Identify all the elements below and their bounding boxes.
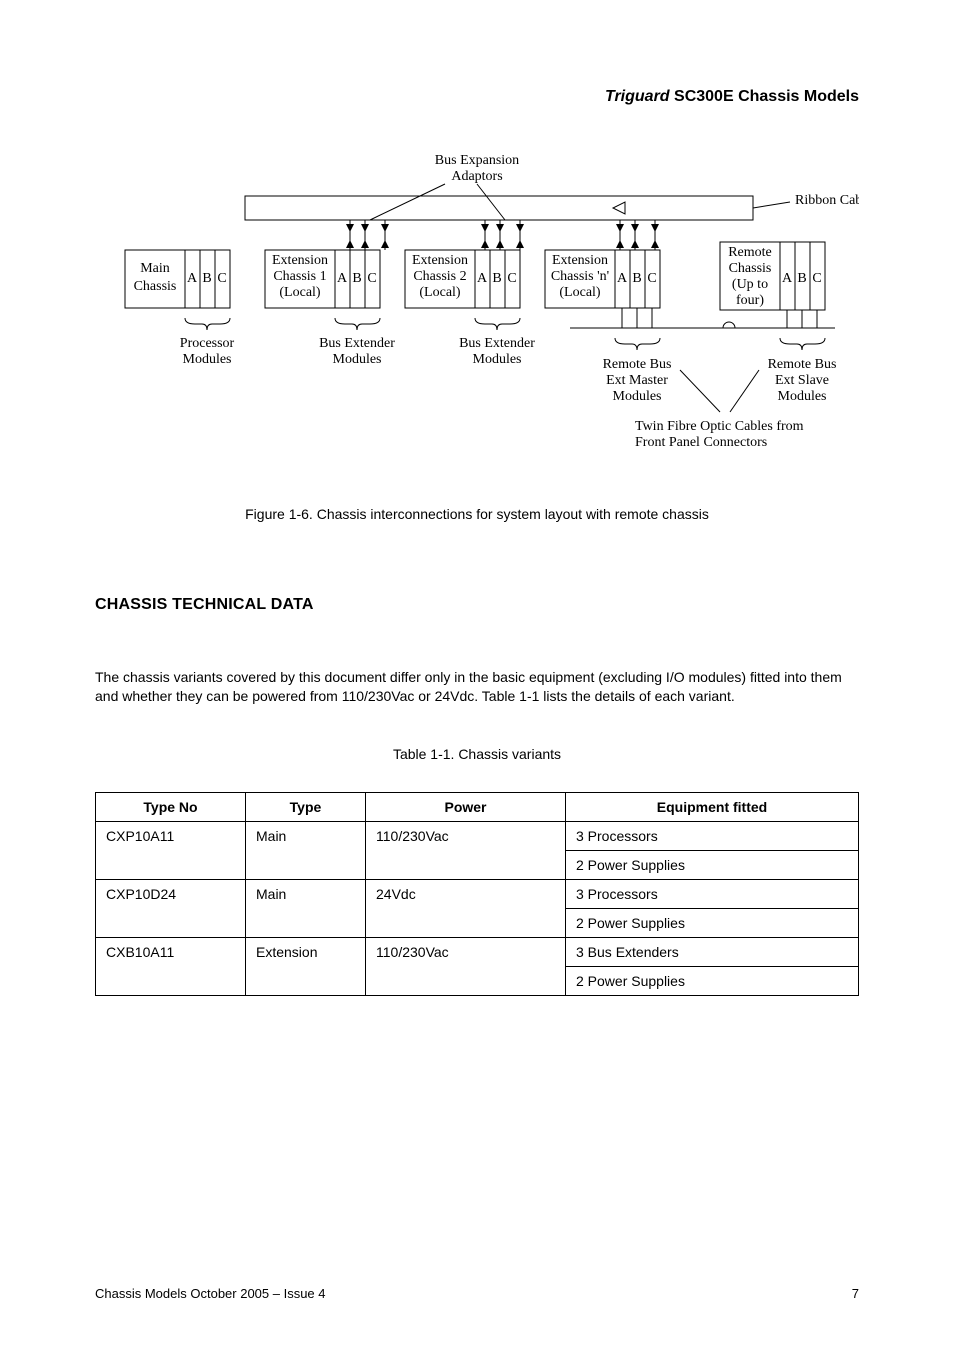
extn-l2: Chassis 'n' [551, 269, 609, 284]
extn-a: A [617, 271, 628, 286]
ext1-l2: Chassis 1 [273, 269, 326, 284]
th-type: Type [246, 792, 366, 821]
extn-chassis-box: Extension Chassis 'n' (Local) A B C [545, 250, 660, 308]
processor-l2: Modules [183, 352, 232, 367]
bus-adaptors-label: Bus Expansion [435, 153, 519, 168]
cell-type: Main [246, 879, 366, 937]
cell-type: Extension [246, 937, 366, 995]
ext2-chassis-box: Extension Chassis 2 (Local) A B C [405, 250, 520, 308]
system-diagram: Bus Expansion Adaptors Ribbon Cables [95, 152, 859, 472]
ext2-c: C [507, 271, 516, 286]
ext1-a: A [337, 271, 348, 286]
remote-l3: (Up to [732, 277, 768, 292]
cell-equip: 2 Power Supplies [566, 850, 859, 879]
remote-chassis-box: Remote Chassis (Up to four) A B C [720, 242, 825, 310]
table-header-row: Type No Type Power Equipment fitted [96, 792, 859, 821]
remote-a: A [782, 271, 793, 286]
adaptor-group-1 [346, 220, 389, 250]
cell-equip: 3 Processors [566, 821, 859, 850]
th-equipment: Equipment fitted [566, 792, 859, 821]
remote-c: C [812, 271, 821, 286]
cell-power: 110/230Vac [366, 937, 566, 995]
main-chassis-box: Main Chassis A B C [125, 250, 230, 308]
figure-caption: Figure 1-6. Chassis interconnections for… [95, 506, 859, 522]
adaptor-group-3 [613, 202, 659, 250]
remote-slave-l3: Modules [778, 389, 827, 404]
extn-l1: Extension [552, 253, 608, 268]
ext1-l1: Extension [272, 253, 328, 268]
footer-left: Chassis Models October 2005 – Issue 4 [95, 1286, 326, 1301]
bus-adaptors-label2: Adaptors [451, 169, 502, 184]
busext1-l2: Modules [333, 352, 382, 367]
th-type-no: Type No [96, 792, 246, 821]
ext1-l3: (Local) [279, 285, 321, 300]
footer-page-number: 7 [852, 1286, 859, 1301]
main-chassis-l1: Main [140, 261, 170, 276]
table-row: CXP10D24 Main 24Vdc 3 Processors [96, 879, 859, 908]
remote-master-l1: Remote Bus [603, 357, 672, 372]
busext2-l2: Modules [473, 352, 522, 367]
ext2-l1: Extension [412, 253, 468, 268]
product-name-italic: Triguard [605, 88, 670, 105]
cell-type-no: CXB10A11 [96, 937, 246, 995]
ext2-b: B [492, 271, 501, 286]
remote-l1: Remote [728, 245, 772, 260]
remote-slave-l2: Ext Slave [775, 373, 829, 388]
remote-master-l3: Modules [613, 389, 662, 404]
ext1-chassis-box: Extension Chassis 1 (Local) A B C [265, 250, 380, 308]
processor-l1: Processor [180, 336, 235, 351]
th-power: Power [366, 792, 566, 821]
ext1-c: C [367, 271, 376, 286]
cell-equip: 2 Power Supplies [566, 966, 859, 995]
main-b: B [202, 271, 211, 286]
extn-b: B [632, 271, 641, 286]
cell-equip: 2 Power Supplies [566, 908, 859, 937]
table-row: CXB10A11 Extension 110/230Vac 3 Bus Exte… [96, 937, 859, 966]
cell-power: 110/230Vac [366, 821, 566, 879]
cell-type-no: CXP10D24 [96, 879, 246, 937]
cell-type-no: CXP10A11 [96, 821, 246, 879]
busext1-l1: Bus Extender [319, 336, 395, 351]
cell-equip: 3 Processors [566, 879, 859, 908]
ext2-l2: Chassis 2 [413, 269, 466, 284]
remote-master-l2: Ext Master [606, 373, 668, 388]
cell-type: Main [246, 821, 366, 879]
adaptor-group-2 [481, 220, 524, 250]
chassis-variants-table: Type No Type Power Equipment fitted CXP1… [95, 792, 859, 996]
remote-b: B [797, 271, 806, 286]
diagram-container: Bus Expansion Adaptors Ribbon Cables [95, 152, 859, 472]
ribbon-label: Ribbon Cables [795, 193, 859, 208]
remote-l4: four) [736, 293, 764, 308]
cell-power: 24Vdc [366, 879, 566, 937]
busext2-l1: Bus Extender [459, 336, 535, 351]
main-a: A [187, 271, 198, 286]
table-caption: Table 1-1. Chassis variants [95, 746, 859, 762]
twin-l2: Front Panel Connectors [635, 435, 767, 450]
cell-equip: 3 Bus Extenders [566, 937, 859, 966]
main-chassis-l2: Chassis [134, 279, 177, 294]
ext2-l3: (Local) [419, 285, 461, 300]
ext2-a: A [477, 271, 488, 286]
table-row: CXP10A11 Main 110/230Vac 3 Processors [96, 821, 859, 850]
remote-l2: Chassis [729, 261, 772, 276]
page-header: Triguard SC300E Chassis Models [605, 88, 859, 106]
section-heading: CHASSIS TECHNICAL DATA [95, 596, 859, 614]
main-c: C [217, 271, 226, 286]
twin-l1: Twin Fibre Optic Cables from [635, 419, 804, 434]
product-name-rest: SC300E Chassis Models [670, 88, 859, 105]
extn-l3: (Local) [559, 285, 601, 300]
remote-slave-l1: Remote Bus [768, 357, 837, 372]
body-paragraph: The chassis variants covered by this doc… [95, 668, 859, 706]
page-footer: Chassis Models October 2005 – Issue 4 7 [95, 1286, 859, 1301]
extn-c: C [647, 271, 656, 286]
ext1-b: B [352, 271, 361, 286]
